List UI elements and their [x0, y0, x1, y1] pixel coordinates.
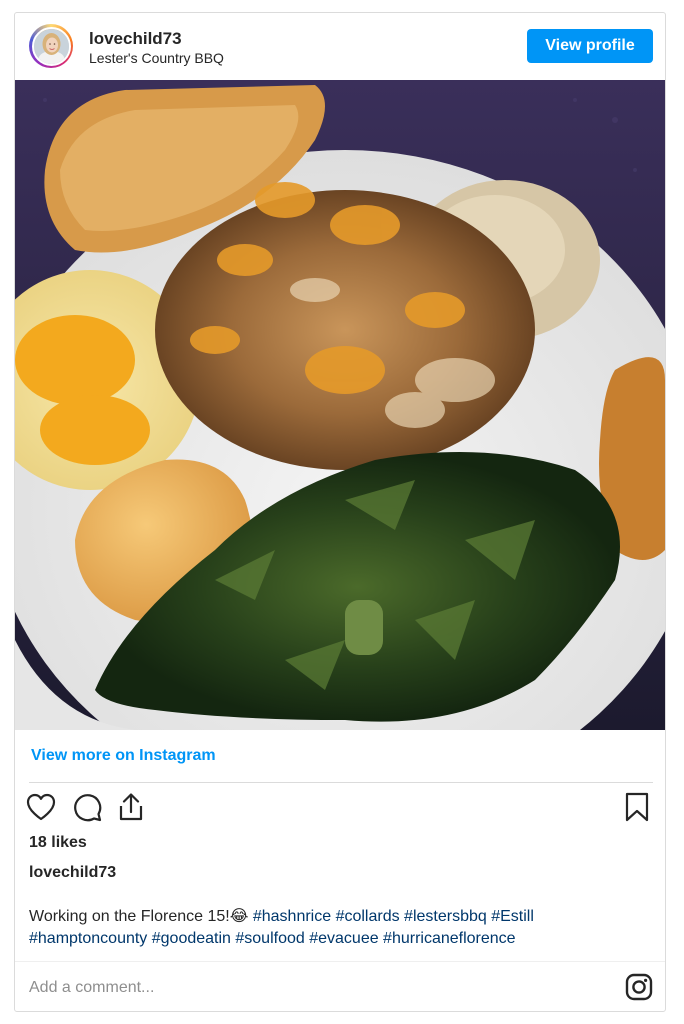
view-profile-button[interactable]: View profile — [527, 29, 653, 63]
save-button[interactable] — [621, 791, 653, 823]
divider — [29, 782, 653, 783]
post-photo[interactable] — [15, 80, 665, 730]
post-header: lovechild73 Lester's Country BBQ View pr… — [15, 13, 665, 80]
share-button[interactable] — [115, 791, 147, 823]
caption-text: Working on the Florence 15!😂 — [29, 908, 253, 925]
food-plate-image — [15, 80, 665, 730]
view-more-link[interactable]: View more on Instagram — [31, 747, 216, 765]
comment-icon — [74, 794, 102, 822]
post-caption: Working on the Florence 15!😂 #hashnrice … — [29, 906, 649, 950]
likes-count[interactable]: 18 likes — [29, 834, 87, 852]
avatar[interactable] — [31, 26, 71, 66]
post-location[interactable]: Lester's Country BBQ — [89, 50, 224, 66]
instagram-icon[interactable] — [625, 973, 653, 1001]
instagram-logo-glyph — [625, 973, 653, 1001]
caption-username[interactable]: lovechild73 — [29, 864, 116, 882]
share-icon — [119, 793, 143, 821]
like-button[interactable] — [25, 791, 57, 823]
comment-button[interactable] — [71, 791, 103, 823]
bookmark-icon — [625, 792, 649, 822]
avatar-ring[interactable] — [29, 24, 73, 68]
instagram-embed-card: lovechild73 Lester's Country BBQ View pr… — [14, 12, 666, 1012]
divider — [15, 961, 665, 962]
heart-icon — [26, 793, 56, 821]
post-username[interactable]: lovechild73 — [89, 29, 182, 49]
add-comment-input[interactable]: Add a comment... — [29, 979, 154, 997]
